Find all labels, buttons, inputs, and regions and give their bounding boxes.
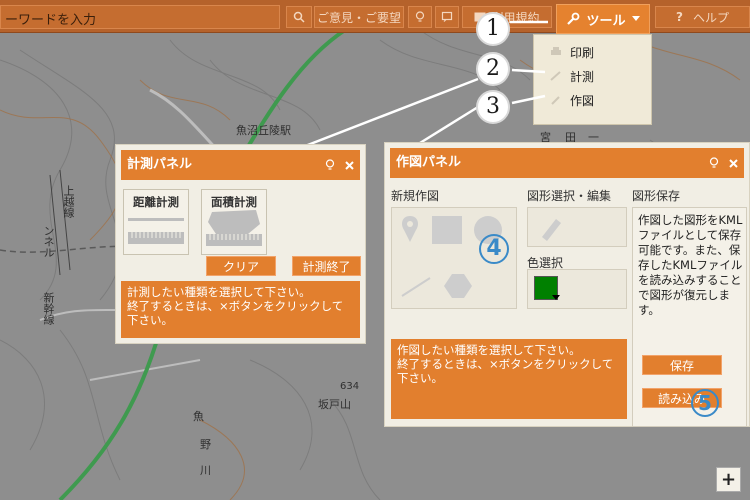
comment-button[interactable] [435,6,459,28]
draw-instruction: 作図したい種類を選択して下さい。 終了するときは、×ボタンをクリックして下さい。 [391,339,627,419]
menu-item-print[interactable]: 印刷 [534,41,651,65]
map-label-tunnel: ンネル [42,225,55,258]
tool-button[interactable]: ツール [556,4,650,34]
menu-item-draw[interactable]: 作図 [534,89,651,113]
caret-down-icon [552,295,560,300]
draw-instruction-line2: 終了するときは、×ボタンをクリックして下さい。 [397,357,614,385]
top-bar: ーワードを入力 ご意見・ご要望 利用規約 ツール ? ヘルプ [0,0,750,34]
line-icon[interactable] [401,277,431,297]
select-edit-title: 図形選択・編集 [527,189,612,203]
feedback-button[interactable]: ご意見・ご要望 [314,6,404,28]
draw-instruction-line1: 作図したい種類を選択して下さい。 [397,343,581,357]
clear-button[interactable]: クリア [206,256,276,276]
measure-panel: 計測パネル 距離計測 面積計測 クリア 計測終了 計測したい種類を選択して下さい… [115,144,366,344]
menu-item-draw-label: 作図 [570,94,595,108]
marker-icon[interactable] [402,216,418,242]
polygon-icon[interactable] [444,274,472,298]
save-section-box: 作図した図形をKMLファイルとして保存可能です。また、保存したKMLファイルを読… [632,207,747,427]
callout-4: 4 [479,234,509,264]
callout-3: 3 [476,90,510,124]
edit-pencil-icon [542,219,561,241]
pencil-icon [551,96,560,105]
search-input[interactable]: ーワードを入力 [0,5,280,29]
bulb-icon[interactable] [325,159,335,171]
close-icon[interactable] [345,160,354,170]
map-label-river-1: 魚 [193,410,204,423]
rectangle-icon[interactable] [432,216,462,244]
save-button[interactable]: 保存 [642,355,722,375]
callout-1: 1 [476,12,510,46]
wrench-icon [567,12,580,25]
area-polygon-icon [206,210,262,246]
measure-panel-header: 計測パネル [121,150,360,180]
search-button[interactable] [286,6,312,28]
zoom-in-button[interactable]: + [716,467,741,492]
color-select-box [527,269,627,309]
caret-down-icon [631,16,640,21]
map-label-river-3: 川 [200,464,211,477]
distance-measure-tile[interactable]: 距離計測 [123,189,189,255]
callout-2: 2 [476,52,510,86]
draw-panel: 作図パネル 新規作図 図形選択・編集 図形保存 4 色選択 作図した図形をKML… [384,142,750,427]
callout-5: 5 [691,389,719,417]
menu-item-measure[interactable]: 計測 [534,65,651,89]
tool-label: ツール [586,13,626,29]
print-icon [551,47,561,55]
map-label-mountain: 坂戸山 [318,398,351,411]
draw-panel-title: 作図パネル [396,155,462,170]
area-measure-tile[interactable]: 面積計測 [201,189,267,255]
bulb-icon [415,11,425,22]
ruler-icon [550,71,561,81]
measure-panel-title: 計測パネル [127,157,193,172]
map-label-river-2: 野 [200,438,211,451]
measure-instruction-line1: 計測したい種類を選択して下さい。 [127,285,311,299]
new-drawing-box: 4 [391,207,517,309]
menu-item-print-label: 印刷 [570,46,595,60]
bulb-icon[interactable] [709,157,719,169]
measure-instruction: 計測したい種類を選択して下さい。 終了するときは、×ボタンをクリックして下さい。 [121,281,360,338]
save-section-title: 図形保存 [632,189,681,203]
end-measure-button[interactable]: 計測終了 [292,256,361,276]
menu-item-measure-label: 計測 [570,70,595,84]
help-label: ヘルプ [692,10,729,25]
save-description: 作図した図形をKMLファイルとして保存可能です。また、保存したKMLファイルを読… [638,213,743,317]
search-icon [293,11,305,23]
select-edit-box[interactable] [527,207,627,247]
distance-ruler-icon [128,218,184,244]
map-label-station: 魚沼丘陵駅 [236,124,291,137]
help-button[interactable]: ? ヘルプ [655,6,750,28]
tool-menu: 印刷 計測 作図 [533,34,652,125]
map-label-line: 上越線 [62,185,75,218]
map-label-elevation: 634 [340,381,360,392]
measure-instruction-line2: 終了するときは、×ボタンをクリックして下さい。 [127,299,344,327]
map-label-shinkansen: 新幹線 [42,292,55,325]
close-icon[interactable] [729,158,738,168]
bulb-button[interactable] [408,6,432,28]
new-drawing-title: 新規作図 [391,189,440,203]
help-icon: ? [676,10,683,24]
comment-icon [441,11,453,22]
draw-panel-header: 作図パネル [390,148,744,178]
